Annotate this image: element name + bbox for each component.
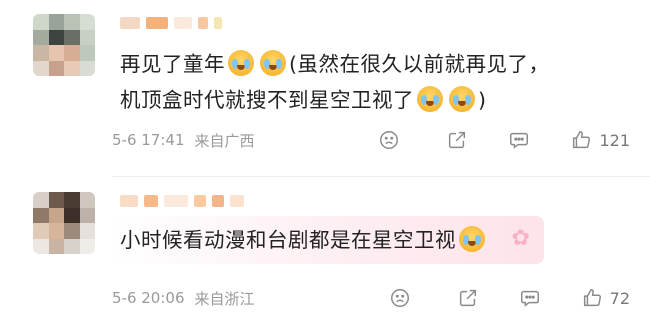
comment-item: 再见了童年 (虽然在很久以前就再见了， 机顶盒时代就搜不到星空卫视了) 5-6 1… xyxy=(0,0,650,175)
text-segment: 再见了童年 xyxy=(120,52,225,76)
text-segment: (虽然在很久以前就再见了， xyxy=(289,52,550,76)
comment-line: 机顶盒时代就搜不到星空卫视了) xyxy=(120,82,550,118)
username-redacted[interactable] xyxy=(120,192,244,210)
text-segment: ) xyxy=(478,88,487,112)
comment-bubble-icon[interactable] xyxy=(518,286,542,310)
comment-meta: 5-6 20:06 来自浙江 72 xyxy=(112,286,630,310)
username-redacted[interactable] xyxy=(120,14,222,32)
comment-meta: 5-6 17:41 来自广西 121 xyxy=(112,128,630,152)
like-count: 72 xyxy=(609,288,630,308)
comment-text: 小时候看动漫和台剧都是在星空卫视 ✿ xyxy=(112,216,544,264)
location: 来自浙江 xyxy=(194,289,255,308)
location: 来自广西 xyxy=(194,131,255,150)
timestamp: 5-6 20:06 xyxy=(112,289,185,307)
avatar[interactable] xyxy=(33,192,95,254)
sad-face-icon[interactable] xyxy=(388,286,412,310)
paw-print-icon: ✿ xyxy=(511,226,531,251)
crying-face-icon xyxy=(459,226,485,252)
crying-face-icon xyxy=(228,50,254,76)
thumbs-up-icon[interactable] xyxy=(569,128,593,152)
text-segment: 小时候看动漫和台剧都是在星空卫视 xyxy=(120,228,456,252)
share-icon[interactable] xyxy=(456,286,480,310)
thumbs-up-icon[interactable] xyxy=(580,286,604,310)
comment-text: 再见了童年 (虽然在很久以前就再见了， 机顶盒时代就搜不到星空卫视了) xyxy=(112,46,558,118)
crying-face-icon xyxy=(449,86,475,112)
crying-face-icon xyxy=(417,86,443,112)
comment-line: 小时候看动漫和台剧都是在星空卫视 xyxy=(120,222,488,258)
share-icon[interactable] xyxy=(445,128,469,152)
comment-item: 小时候看动漫和台剧都是在星空卫视 ✿ 5-6 20:06 来自浙江 72 xyxy=(0,178,650,317)
timestamp: 5-6 17:41 xyxy=(112,131,185,149)
action-bar: 121 xyxy=(377,128,630,152)
avatar[interactable] xyxy=(33,14,95,76)
crying-face-icon xyxy=(260,50,286,76)
text-segment: 机顶盒时代就搜不到星空卫视了 xyxy=(120,88,414,112)
sad-face-icon[interactable] xyxy=(377,128,401,152)
divider xyxy=(112,176,650,177)
like-count: 121 xyxy=(599,130,630,150)
comment-line: 再见了童年 (虽然在很久以前就再见了， xyxy=(120,46,550,82)
action-bar: 72 xyxy=(388,286,630,310)
comment-bubble-icon[interactable] xyxy=(507,128,531,152)
